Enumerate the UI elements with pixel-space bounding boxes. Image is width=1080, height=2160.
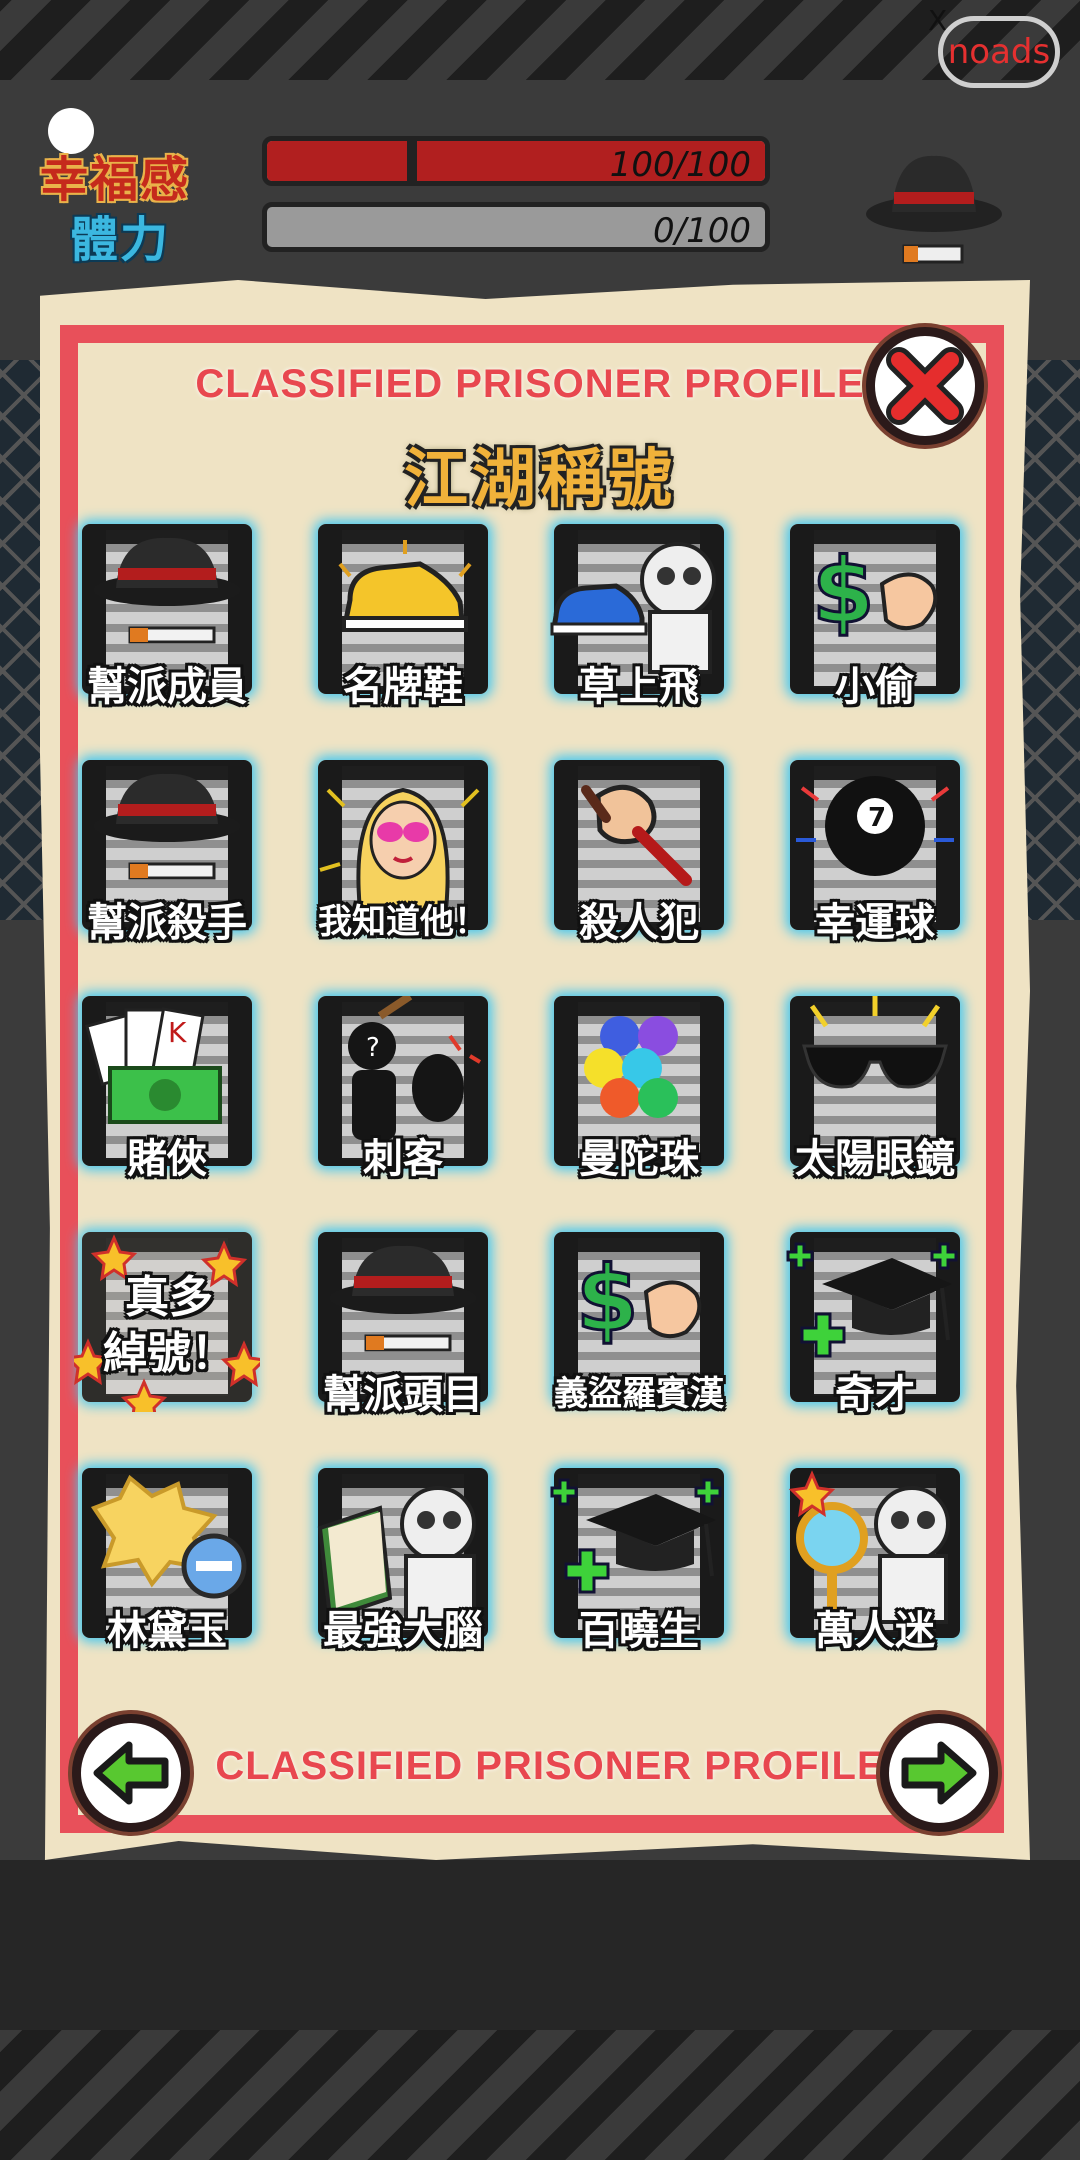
happiness-value: 100/100 <box>609 145 751 185</box>
badge-label: 小偷 <box>835 663 915 710</box>
background-stripe-top <box>0 0 1080 80</box>
noads-button[interactable]: noads <box>938 16 1060 88</box>
badge-label: 賭俠 <box>127 1135 207 1182</box>
arrow-left-icon <box>93 1741 169 1805</box>
page-title: 江湖稱號 <box>404 442 676 517</box>
title-badge[interactable]: $ 小偷 <box>782 524 968 710</box>
badge-label: 幫派成員 <box>87 663 247 710</box>
banner-bottom: CLASSIFIED PRISONER PROFILE <box>215 1744 885 1788</box>
title-badge[interactable]: 殺人犯 <box>546 760 732 946</box>
title-badge[interactable]: 幫派成員 <box>74 524 260 710</box>
badge-label: 我知道他！ <box>318 902 488 942</box>
title-badge[interactable]: $ 義盜羅賓漢 <box>546 1232 732 1418</box>
badge-label: 太陽眼鏡 <box>795 1135 955 1182</box>
title-badge[interactable]: K 賭俠 <box>74 996 260 1182</box>
badge-label: 林黛玉 <box>107 1607 227 1654</box>
svg-text:$: $ <box>576 1247 639 1352</box>
title-badge[interactable]: 真多 綽號！ <box>74 1232 260 1418</box>
badge-label: 草上飛 <box>579 663 699 710</box>
badge-label: 名牌鞋 <box>343 663 463 710</box>
title-badge[interactable]: ? 刺客 <box>310 996 496 1182</box>
next-page-button[interactable] <box>880 1714 998 1832</box>
badge-label: 殺人犯 <box>579 899 699 946</box>
badge-label: 最強大腦 <box>323 1607 483 1654</box>
prev-page-button[interactable] <box>72 1714 190 1832</box>
close-icon <box>886 347 964 425</box>
svg-text:K: K <box>168 1016 187 1049</box>
banner-top: CLASSIFIED PRISONER PROFILE <box>195 362 865 406</box>
stamina-value: 0/100 <box>653 211 751 251</box>
fedora-hud-icon <box>866 155 1002 264</box>
title-badge[interactable]: 百曉生 <box>546 1468 732 1654</box>
arrow-right-icon <box>901 1741 977 1805</box>
badge-label: 百曉生 <box>579 1607 699 1654</box>
title-badge[interactable]: 萬人迷 <box>782 1468 968 1654</box>
stamina-label: 體力 <box>70 212 171 268</box>
title-badge[interactable]: 奇才 <box>782 1232 968 1418</box>
badge-label: 曼陀珠 <box>579 1135 699 1182</box>
title-badge[interactable]: 林黛玉 <box>74 1468 260 1654</box>
badge-label: 義盜羅賓漢 <box>554 1374 724 1414</box>
badge-label: 萬人迷 <box>815 1607 935 1654</box>
badge-label: 幫派頭目 <box>323 1371 483 1418</box>
close-button[interactable] <box>866 327 984 445</box>
title-badge[interactable]: 幫派殺手 <box>74 760 260 946</box>
badge-label: 幫派殺手 <box>87 899 247 946</box>
stamina-bar: 0/100 <box>262 202 770 252</box>
title-badge[interactable]: 幫派頭目 <box>310 1232 496 1418</box>
happiness-bar: 100/100 <box>262 136 770 186</box>
title-badge[interactable]: 草上飛 <box>546 524 732 710</box>
background-floor <box>0 1860 1080 2030</box>
title-badge[interactable]: 我知道他！ <box>310 760 496 946</box>
badge-label: 奇才 <box>835 1371 915 1418</box>
svg-text:?: ? <box>366 1033 380 1063</box>
svg-text:7: 7 <box>868 803 886 833</box>
happiness-divider <box>407 141 417 181</box>
svg-text:$: $ <box>812 539 875 644</box>
badge-label: 刺客 <box>363 1135 443 1182</box>
background-stripe-bottom <box>0 2030 1080 2160</box>
title-badge[interactable]: 曼陀珠 <box>546 996 732 1182</box>
badge-label: 真多 綽號！ <box>103 1272 235 1379</box>
title-badge[interactable]: 7 幸運球 <box>782 760 968 946</box>
badge-label: 幸運球 <box>815 899 935 946</box>
title-badge[interactable]: 太陽眼鏡 <box>782 996 968 1182</box>
title-badge[interactable]: 名牌鞋 <box>310 524 496 710</box>
title-badge[interactable]: 最強大腦 <box>310 1468 496 1654</box>
